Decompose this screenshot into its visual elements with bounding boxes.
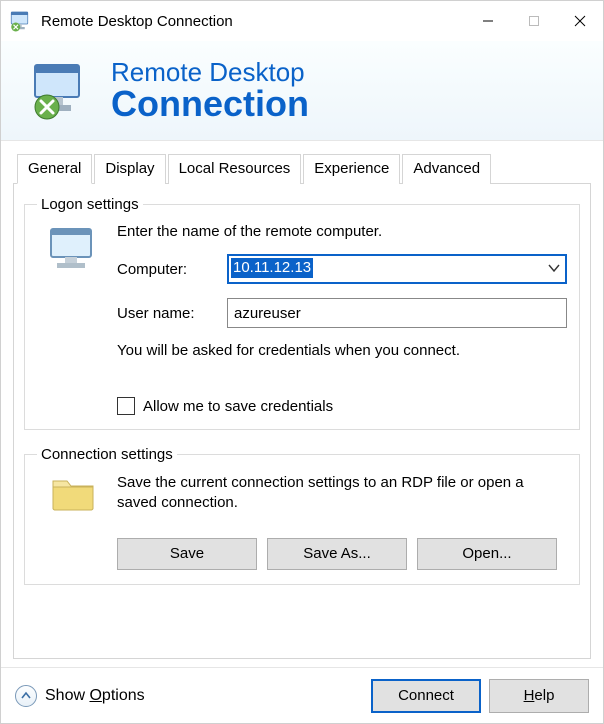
show-options-label: Show Options: [45, 687, 145, 705]
help-button[interactable]: Help: [489, 679, 589, 713]
logon-prompt: Enter the name of the remote computer.: [117, 223, 567, 240]
save-button[interactable]: Save: [117, 538, 257, 570]
username-input[interactable]: [227, 298, 567, 328]
save-credentials-label: Allow me to save credentials: [143, 398, 333, 415]
folder-icon: [49, 473, 97, 513]
footer-bar: Show Options Connect Help: [1, 667, 603, 723]
window-controls: [465, 1, 603, 41]
connect-button[interactable]: Connect: [371, 679, 481, 713]
window-title: Remote Desktop Connection: [41, 13, 465, 30]
tab-local-resources[interactable]: Local Resources: [168, 154, 302, 184]
rdc-logo-icon: [29, 59, 93, 123]
client-area: General Display Local Resources Experien…: [1, 141, 603, 667]
computer-row: Computer: 10.11.12.13: [117, 254, 567, 284]
minimize-button[interactable]: [465, 1, 511, 41]
logon-settings-group: Logon settings Enter the name of the rem…: [24, 196, 580, 430]
chevron-up-icon: [15, 685, 37, 707]
open-button[interactable]: Open...: [417, 538, 557, 570]
close-button[interactable]: [557, 1, 603, 41]
computer-label: Computer:: [117, 261, 217, 278]
computer-combo[interactable]: 10.11.12.13: [227, 254, 567, 284]
tab-advanced[interactable]: Advanced: [402, 154, 491, 184]
logon-legend: Logon settings: [37, 196, 143, 213]
credentials-hint: You will be asked for credentials when y…: [117, 342, 567, 359]
logon-icon-col: [37, 223, 109, 415]
show-options-toggle[interactable]: Show Options: [15, 685, 145, 707]
title-bar: Remote Desktop Connection: [1, 1, 603, 41]
connection-text: Save the current connection settings to …: [117, 473, 567, 514]
chevron-down-icon[interactable]: [547, 261, 561, 280]
connection-legend: Connection settings: [37, 446, 177, 463]
conn-icon-col: [37, 473, 109, 570]
tab-strip: General Display Local Resources Experien…: [13, 153, 591, 183]
tab-panel-general: Logon settings Enter the name of the rem…: [13, 183, 591, 659]
app-icon: [9, 9, 33, 33]
checkbox-icon[interactable]: [117, 397, 135, 415]
save-credentials-checkbox[interactable]: Allow me to save credentials: [117, 397, 567, 415]
tab-experience[interactable]: Experience: [303, 154, 400, 184]
tab-display[interactable]: Display: [94, 154, 165, 184]
save-as-button[interactable]: Save As...: [267, 538, 407, 570]
username-label: User name:: [117, 305, 217, 322]
banner-text: Remote Desktop Connection: [111, 59, 309, 122]
connection-buttons: Save Save As... Open...: [117, 538, 567, 570]
header-banner: Remote Desktop Connection: [1, 41, 603, 141]
username-row: User name:: [117, 298, 567, 328]
app-window: Remote Desktop Connection Remote Desktop…: [0, 0, 604, 724]
banner-line2: Connection: [111, 86, 309, 122]
connection-settings-group: Connection settings Save the current con…: [24, 446, 580, 585]
computer-selected-text: 10.11.12.13: [231, 258, 313, 278]
tab-general[interactable]: General: [17, 154, 92, 184]
banner-line1: Remote Desktop: [111, 59, 309, 86]
computer-icon: [45, 223, 101, 279]
maximize-button: [511, 1, 557, 41]
